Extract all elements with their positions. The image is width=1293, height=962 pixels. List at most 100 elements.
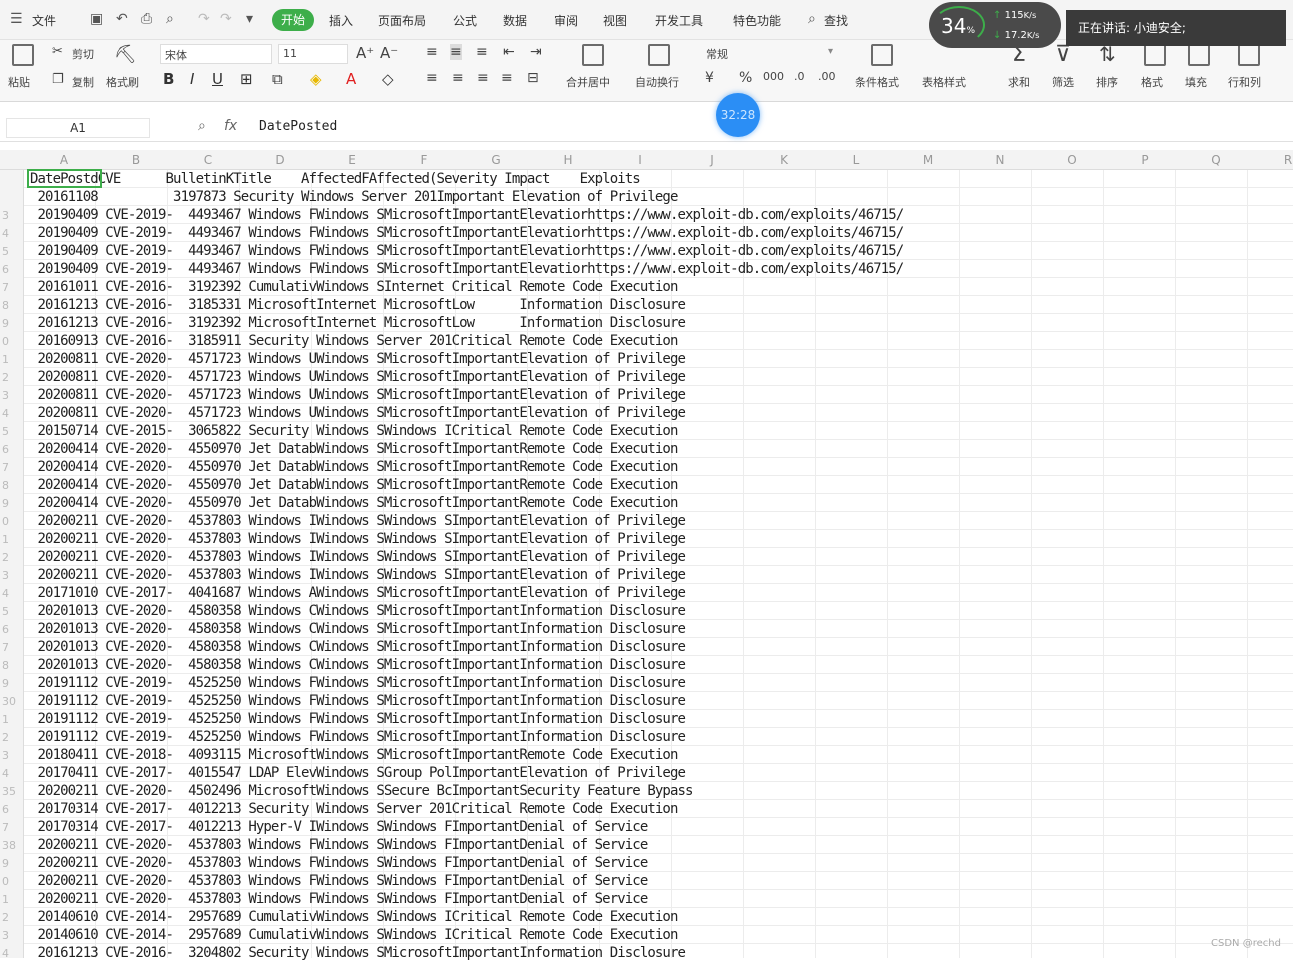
table-row[interactable]: 20161213 CVE-2016- 3192392 MicrosoftInte… — [30, 314, 686, 332]
decrease-font-icon[interactable]: A⁻ — [380, 44, 398, 62]
table-row[interactable]: 20140610 CVE-2014- 2957689 CumulativWind… — [30, 908, 679, 926]
table-row[interactable]: 20200811 CVE-2020- 4571723 Windows UWind… — [30, 368, 686, 386]
row-number[interactable]: 6 — [2, 263, 9, 276]
merge-center-button[interactable]: 合并居中 — [566, 74, 610, 90]
table-row[interactable]: 20200811 CVE-2020- 4571723 Windows UWind… — [30, 350, 686, 368]
clear-icon[interactable]: ◇ — [382, 70, 394, 88]
fx-icon[interactable]: fx — [224, 118, 237, 134]
formula-content[interactable]: DatePosted — [259, 119, 337, 134]
table-row[interactable]: 20200414 CVE-2020- 4550970 Jet DatabWind… — [30, 458, 679, 476]
tab-review[interactable]: 审阅 — [554, 12, 578, 29]
column-header-i[interactable]: I — [630, 153, 650, 167]
table-row[interactable]: 20191112 CVE-2019- 4525250 Windows FWind… — [30, 674, 686, 692]
row-number[interactable]: 6 — [2, 443, 9, 456]
font-size-select[interactable]: 11 — [278, 44, 348, 64]
row-number[interactable]: 5 — [2, 605, 9, 618]
italic-icon[interactable]: I — [190, 70, 194, 88]
table-style-button[interactable]: 表格样式 — [922, 74, 966, 90]
align-middle-icon[interactable]: ≡ — [450, 44, 462, 60]
row-number[interactable]: 0 — [2, 335, 9, 348]
row-number[interactable]: 35 — [2, 785, 16, 798]
row-number[interactable]: 5 — [2, 425, 9, 438]
tab-insert[interactable]: 插入 — [329, 12, 353, 29]
row-number[interactable]: 2 — [2, 911, 9, 924]
font-name-select[interactable]: 宋体 — [160, 44, 272, 64]
column-header-h[interactable]: H — [558, 153, 578, 167]
name-box[interactable]: A1 — [6, 118, 150, 138]
table-row[interactable]: 20200211 CVE-2020- 4537803 Windows IWind… — [30, 530, 686, 548]
tab-view[interactable]: 视图 — [603, 12, 627, 29]
tab-data[interactable]: 数据 — [503, 12, 527, 29]
row-number[interactable]: 0 — [2, 875, 9, 888]
table-row[interactable]: 20170411 CVE-2017- 4015547 LDAP ElevWind… — [30, 764, 686, 782]
paste-button[interactable]: 粘贴 — [8, 74, 30, 90]
row-number[interactable]: 0 — [2, 515, 9, 528]
row-number[interactable]: 1 — [2, 713, 9, 726]
table-row[interactable]: 20150714 CVE-2015- 3065822 Security Wind… — [30, 422, 679, 440]
row-number[interactable]: 4 — [2, 947, 9, 960]
column-header-f[interactable]: F — [414, 153, 434, 167]
table-row[interactable]: 20160913 CVE-2016- 3185911 Security Wind… — [30, 332, 679, 350]
increase-decimal-icon[interactable]: .0 — [794, 70, 805, 83]
column-header-e[interactable]: E — [342, 153, 362, 167]
format-button[interactable]: 格式 — [1141, 74, 1163, 90]
column-header-l[interactable]: L — [846, 153, 866, 167]
row-number[interactable]: 3 — [2, 749, 9, 762]
indent-increase-icon[interactable]: ⇥ — [530, 44, 542, 60]
table-row[interactable]: 20180411 CVE-2018- 4093115 MicrosoftWind… — [30, 746, 679, 764]
table-row[interactable]: 20200414 CVE-2020- 4550970 Jet DatabWind… — [30, 440, 679, 458]
cell-style-icon[interactable]: ⧉ — [272, 70, 283, 88]
column-header-q[interactable]: Q — [1206, 153, 1226, 167]
column-header-c[interactable]: C — [198, 153, 218, 167]
row-number[interactable]: 8 — [2, 659, 9, 672]
row-number[interactable]: 7 — [2, 281, 9, 294]
wrap-text-button[interactable]: 自动换行 — [635, 74, 679, 90]
table-row[interactable]: 20200211 CVE-2020- 4537803 Windows FWind… — [30, 836, 649, 854]
justify-icon[interactable]: ≡ — [501, 70, 513, 86]
tab-developer[interactable]: 开发工具 — [655, 12, 703, 29]
table-row[interactable]: 20171010 CVE-2017- 4041687 Windows AWind… — [30, 584, 686, 602]
table-row[interactable]: 20201013 CVE-2020- 4580358 Windows CWind… — [30, 638, 686, 656]
row-number[interactable]: 1 — [2, 893, 9, 906]
copy-button[interactable]: 复制 — [72, 74, 94, 90]
row-number[interactable]: 1 — [2, 353, 9, 366]
table-row[interactable]: DatePostdCVE BulletinKTitle AffectedFAff… — [30, 170, 641, 188]
row-number[interactable]: 9 — [2, 317, 9, 330]
table-row[interactable]: 20200414 CVE-2020- 4550970 Jet DatabWind… — [30, 476, 679, 494]
row-number[interactable]: 3 — [2, 569, 9, 582]
row-number[interactable]: 9 — [2, 497, 9, 510]
row-number[interactable]: 5 — [2, 245, 9, 258]
number-format-select[interactable]: 常规 — [706, 46, 728, 62]
row-number[interactable]: 1 — [2, 533, 9, 546]
row-number[interactable]: 2 — [2, 371, 9, 384]
tab-home[interactable]: 开始 — [272, 9, 314, 31]
table-row[interactable]: 20200811 CVE-2020- 4571723 Windows UWind… — [30, 404, 686, 422]
distribute-icon[interactable]: ⊟ — [527, 70, 539, 86]
column-header-p[interactable]: P — [1135, 153, 1155, 167]
file-menu[interactable]: 文件 — [32, 12, 56, 29]
tab-page-layout[interactable]: 页面布局 — [378, 12, 426, 29]
column-header-o[interactable]: O — [1062, 153, 1082, 167]
table-row[interactable]: 20190409 CVE-2019- 4493467 Windows FWind… — [30, 206, 905, 224]
table-row[interactable]: 20200211 CVE-2020- 4537803 Windows FWind… — [30, 890, 649, 908]
search-button[interactable]: 查找 — [824, 12, 848, 29]
table-row[interactable]: 20140610 CVE-2014- 2957689 CumulativWind… — [30, 926, 679, 944]
bold-icon[interactable]: B — [163, 70, 174, 88]
row-number[interactable]: 8 — [2, 479, 9, 492]
row-number[interactable]: 4 — [2, 587, 9, 600]
sort-button[interactable]: 排序 — [1096, 74, 1118, 90]
table-row[interactable]: 20200211 CVE-2020- 4537803 Windows FWind… — [30, 854, 649, 872]
filter-button[interactable]: 筛选 — [1052, 74, 1074, 90]
align-top-icon[interactable]: ≡ — [426, 44, 438, 60]
table-row[interactable]: 20161213 CVE-2016- 3185331 MicrosoftInte… — [30, 296, 686, 314]
row-number[interactable]: 7 — [2, 461, 9, 474]
column-header-b[interactable]: B — [126, 153, 146, 167]
cut-button[interactable]: 剪切 — [72, 46, 94, 62]
hamburger-menu-icon[interactable]: ☰ — [10, 11, 23, 27]
row-number[interactable]: 7 — [2, 821, 9, 834]
fill-color-icon[interactable]: ◈ — [310, 70, 322, 88]
row-number[interactable]: 4 — [2, 767, 9, 780]
font-color-icon[interactable]: A — [346, 70, 356, 88]
row-number[interactable]: 2 — [2, 731, 9, 744]
format-painter-icon[interactable]: ⛏ — [114, 44, 137, 65]
